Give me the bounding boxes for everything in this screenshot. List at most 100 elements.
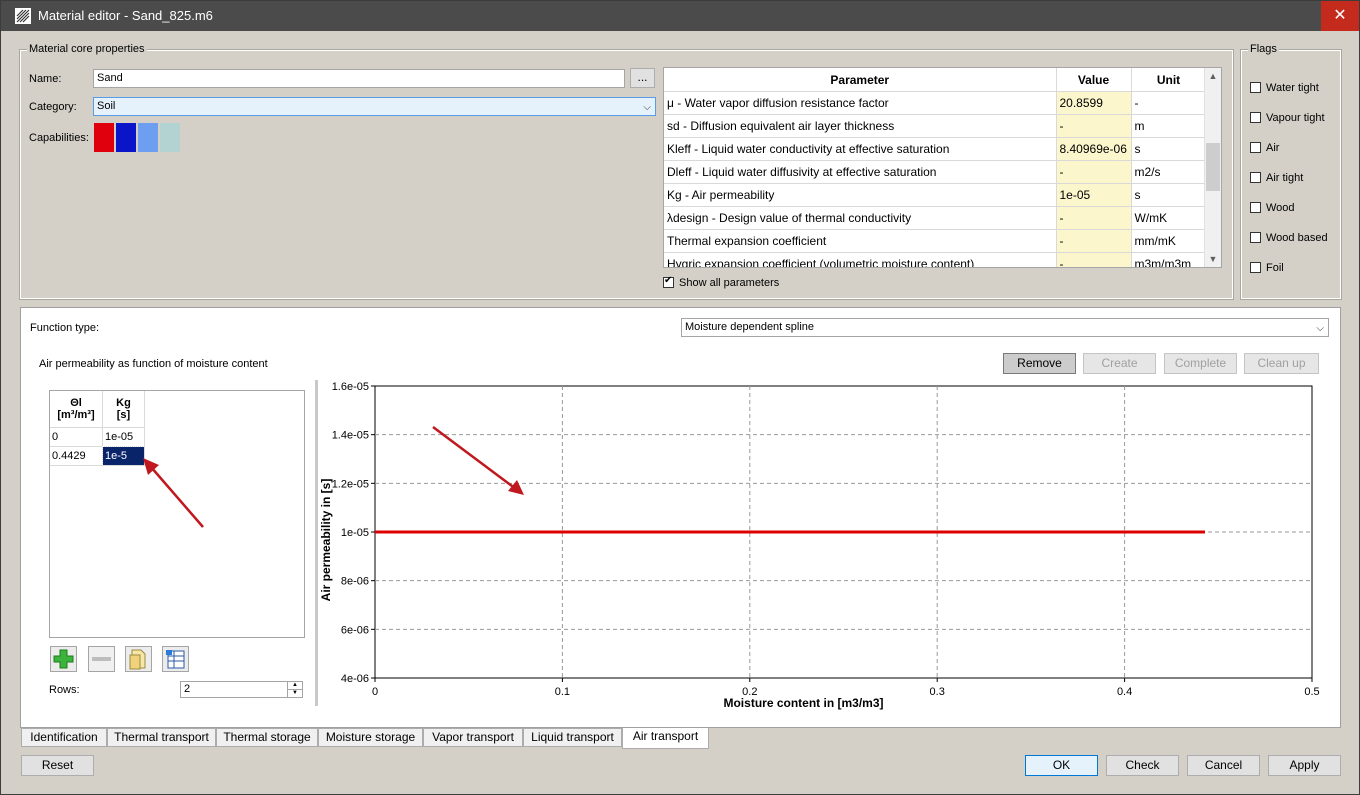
- tab-vapor-transport[interactable]: Vapor transport: [423, 728, 523, 747]
- chevron-down-icon: ⌵: [643, 102, 651, 113]
- param-unit: -: [1131, 91, 1207, 115]
- tab-air-transport[interactable]: Air transport: [622, 728, 709, 749]
- table-row[interactable]: 0 1e-05: [50, 427, 145, 447]
- param-header-value[interactable]: Value: [1056, 68, 1132, 92]
- check-button[interactable]: Check: [1106, 755, 1179, 776]
- param-header-unit[interactable]: Unit: [1131, 68, 1207, 92]
- param-name: sd - Diffusion equivalent air layer thic…: [664, 114, 1057, 138]
- param-unit: m2/s: [1131, 160, 1207, 184]
- flag-foil-checkbox[interactable]: [1250, 262, 1261, 273]
- param-row[interactable]: Thermal expansion coefficient - mm/mK: [664, 229, 1207, 253]
- param-row[interactable]: μ - Water vapor diffusion resistance fac…: [664, 91, 1207, 115]
- open-file-icon[interactable]: [125, 646, 152, 672]
- complete-button[interactable]: Complete: [1164, 353, 1237, 374]
- param-value[interactable]: 8.40969e-06: [1056, 137, 1132, 161]
- air-permeability-chart: 0 0.1 0.2 0.3 0.4 0.54e-066e-068e-061e-051.2e…: [319, 381, 1320, 710]
- annotation-arrow-icon: [143, 458, 204, 528]
- title-bar: Material editor - Sand_825.m6 ✕: [1, 1, 1359, 31]
- spin-down-icon[interactable]: ▼: [287, 689, 302, 697]
- show-all-parameters-checkbox[interactable]: [663, 275, 674, 288]
- capability-swatch-red: [94, 123, 114, 152]
- param-row[interactable]: Dleff - Liquid water diffusivity at effe…: [664, 160, 1207, 184]
- param-value[interactable]: -: [1056, 252, 1132, 267]
- flag-wood-based-checkbox[interactable]: [1250, 232, 1261, 243]
- param-name: Thermal expansion coefficient: [664, 229, 1057, 253]
- param-value[interactable]: -: [1056, 229, 1132, 253]
- reset-button[interactable]: Reset: [21, 755, 94, 776]
- param-row[interactable]: Kg - Air permeability 1e-05 s: [664, 183, 1207, 207]
- flag-air-label: Air: [1266, 142, 1280, 154]
- tab-moisture-storage[interactable]: Moisture storage: [318, 728, 423, 747]
- flag-wood-label: Wood: [1266, 202, 1295, 214]
- chevron-down-icon: ⌵: [1316, 323, 1324, 334]
- param-row[interactable]: λdesign - Design value of thermal conduc…: [664, 206, 1207, 230]
- grid-cell[interactable]: 1e-05: [102, 427, 145, 447]
- y-axis-label: Air permeability in [s]: [319, 479, 333, 602]
- x-tick-label: 0.3: [930, 686, 945, 698]
- x-tick-label: 0.1: [555, 686, 570, 698]
- browse-button[interactable]: ...: [630, 68, 655, 88]
- tab-liquid-transport[interactable]: Liquid transport: [523, 728, 622, 747]
- scrollbar-thumb[interactable]: [1206, 143, 1220, 191]
- param-value[interactable]: -: [1056, 114, 1132, 138]
- grid-header-moisture-symbol: Θl: [70, 397, 82, 409]
- grid-header-moisture[interactable]: Θl [m³/m³]: [50, 391, 103, 428]
- flag-foil-label: Foil: [1266, 262, 1284, 274]
- paste-table-icon[interactable]: [162, 646, 189, 672]
- flag-air-checkbox[interactable]: [1250, 142, 1261, 153]
- y-tick-label: 8e-06: [341, 576, 369, 588]
- capability-swatch-blue: [116, 123, 136, 152]
- ok-button[interactable]: OK: [1025, 755, 1098, 776]
- grid-cell[interactable]: 0.4429: [50, 446, 103, 466]
- flag-vapour-tight-label: Vapour tight: [1266, 112, 1325, 124]
- capabilities-label: Capabilities:: [29, 132, 89, 144]
- param-row[interactable]: sd - Diffusion equivalent air layer thic…: [664, 114, 1207, 138]
- param-value[interactable]: 20.8599: [1056, 91, 1132, 115]
- category-value: Soil: [97, 100, 116, 112]
- tab-thermal-storage[interactable]: Thermal storage: [216, 728, 318, 747]
- show-all-parameters-label: Show all parameters: [679, 277, 780, 289]
- x-tick-label: 0: [372, 686, 378, 698]
- param-value[interactable]: -: [1056, 206, 1132, 230]
- create-button[interactable]: Create: [1083, 353, 1156, 374]
- rows-spinbox[interactable]: 2 ▲ ▼: [180, 681, 303, 698]
- category-select[interactable]: Soil ⌵: [93, 97, 656, 116]
- param-row[interactable]: Kleff - Liquid water conductivity at eff…: [664, 137, 1207, 161]
- param-header-parameter[interactable]: Parameter: [664, 68, 1057, 92]
- tab-thermal-transport[interactable]: Thermal transport: [107, 728, 216, 747]
- spin-up-icon[interactable]: ▲: [287, 682, 302, 689]
- cancel-button[interactable]: Cancel: [1187, 755, 1260, 776]
- parameters-scrollbar[interactable]: ▲ ▼: [1204, 68, 1221, 267]
- function-description: Air permeability as function of moisture…: [39, 358, 268, 370]
- remove-row-icon[interactable]: [88, 646, 115, 672]
- add-row-icon[interactable]: [50, 646, 77, 672]
- grid-header-kg[interactable]: Kg [s]: [102, 391, 145, 428]
- scroll-down-icon[interactable]: ▼: [1205, 251, 1221, 267]
- flag-water-tight-checkbox[interactable]: [1250, 82, 1261, 93]
- param-value[interactable]: -: [1056, 160, 1132, 184]
- param-name: Dleff - Liquid water diffusivity at effe…: [664, 160, 1057, 184]
- function-type-value: Moisture dependent spline: [685, 321, 815, 333]
- param-row[interactable]: Hygric expansion coefficient (volumetric…: [664, 252, 1207, 267]
- apply-button[interactable]: Apply: [1268, 755, 1341, 776]
- tab-identification[interactable]: Identification: [21, 728, 107, 747]
- grid-cell[interactable]: 0: [50, 427, 103, 447]
- close-button[interactable]: ✕: [1321, 1, 1359, 31]
- flag-vapour-tight-checkbox[interactable]: [1250, 112, 1261, 123]
- function-type-select[interactable]: Moisture dependent spline ⌵: [681, 318, 1329, 337]
- flag-wood-checkbox[interactable]: [1250, 202, 1261, 213]
- cleanup-button[interactable]: Clean up: [1244, 353, 1319, 374]
- name-input[interactable]: Sand: [93, 69, 625, 88]
- flag-air-tight-checkbox[interactable]: [1250, 172, 1261, 183]
- y-tick-label: 1.4e-05: [332, 430, 369, 442]
- scroll-up-icon[interactable]: ▲: [1205, 68, 1221, 84]
- param-name: Kg - Air permeability: [664, 183, 1057, 207]
- param-value[interactable]: 1e-05: [1056, 183, 1132, 207]
- parameters-table[interactable]: Parameter Value Unit μ - Water vapor dif…: [663, 67, 1222, 268]
- remove-button[interactable]: Remove: [1003, 353, 1076, 374]
- y-tick-label: 1.6e-05: [332, 381, 369, 393]
- y-tick-label: 1e-05: [341, 527, 369, 539]
- app-icon: [15, 8, 31, 24]
- y-tick-label: 1.2e-05: [332, 478, 369, 490]
- param-unit: mm/mK: [1131, 229, 1207, 253]
